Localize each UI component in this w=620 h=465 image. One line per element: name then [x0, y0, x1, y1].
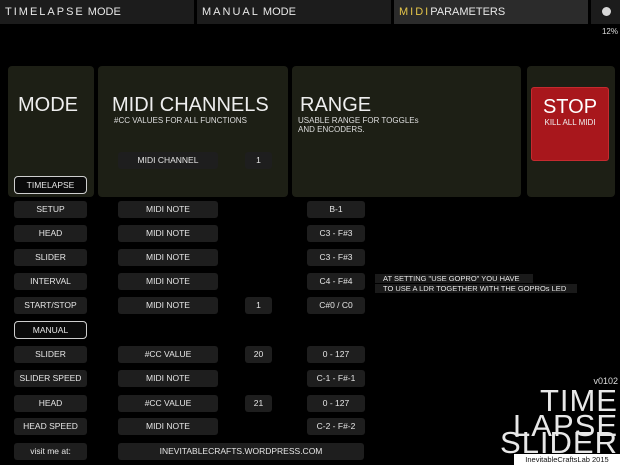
row-range-head-speed: C-2 - F#-2 — [307, 418, 365, 435]
row-label-manual-head: HEAD — [14, 395, 87, 412]
stop-panel: STOP KILL ALL MIDI — [527, 66, 615, 197]
range-panel: RANGE USABLE RANGE FOR TOGGLEs AND ENCOD… — [292, 66, 521, 197]
row-type-head-speed: MIDI NOTE — [118, 418, 218, 435]
row-type-manual-head: #CC VALUE — [118, 395, 218, 412]
stop-title: STOP — [542, 96, 598, 118]
gopro-note-line2: TO USE A LDR TOGETHER WITH THE GOPROs LE… — [375, 284, 577, 293]
row-range-slider: C3 - F#3 — [307, 249, 365, 266]
row-range-interval: C4 - F#4 — [307, 273, 365, 290]
panel-title-mode: MODE — [18, 94, 78, 116]
row-type-slider-speed: MIDI NOTE — [118, 370, 218, 387]
battery-percent: 12% — [601, 27, 618, 36]
row-range-head: C3 - F#3 — [307, 225, 365, 242]
row-type-interval: MIDI NOTE — [118, 273, 218, 290]
midi-channels-panel: MIDI CHANNELS #CC VALUES FOR ALL FUNCTIO… — [98, 66, 288, 197]
section-manual: MANUAL — [14, 321, 87, 339]
row-label-setup: SETUP — [14, 201, 87, 218]
tab-label-spaced: MIDI — [399, 6, 431, 18]
section-timelapse: TIMELAPSE — [14, 176, 87, 194]
row-label-interval: INTERVAL — [14, 273, 87, 290]
gopro-note-line1: AT SETTING "USE GOPRO" YOU HAVE — [375, 274, 533, 283]
panel-title-midi-channels: MIDI CHANNELS — [112, 94, 269, 116]
panel-title-range: RANGE — [300, 94, 372, 116]
row-label-start-stop: START/STOP — [14, 297, 87, 314]
tab-label-spaced: MANUAL — [202, 6, 260, 18]
tab-label-rest: MODE — [259, 6, 296, 18]
row-type-head: MIDI NOTE — [118, 225, 218, 242]
row-range-start-stop: C#0 / C0 — [307, 297, 365, 314]
row-channel-manual-slider[interactable]: 20 — [245, 346, 272, 363]
panel-subtitle-line2: AND ENCODERS. — [298, 125, 365, 134]
brand-title-slider: SLIDER — [500, 425, 618, 460]
panel-subtitle: #CC VALUES FOR ALL FUNCTIONS — [114, 116, 247, 125]
row-type-start-stop: MIDI NOTE — [118, 297, 218, 314]
brand-footer: InevitableCraftsLab 2015 — [514, 454, 620, 465]
midi-channel-label: MIDI CHANNEL — [118, 152, 218, 169]
row-range-manual-slider: 0 - 127 — [307, 346, 365, 363]
visit-label: visit me at: — [14, 443, 87, 460]
row-label-manual-slider: SLIDER — [14, 346, 87, 363]
row-label-slider: SLIDER — [14, 249, 87, 266]
tab-label-spaced: TIMELAPSE — [5, 6, 85, 18]
row-type-slider: MIDI NOTE — [118, 249, 218, 266]
row-label-head: HEAD — [14, 225, 87, 242]
tab-timelapse-mode[interactable]: TIMELAPSE MODE — [0, 0, 194, 24]
tab-manual-mode[interactable]: MANUAL MODE — [197, 0, 391, 24]
row-channel-start-stop[interactable]: 1 — [245, 297, 272, 314]
tab-label-rest: MODE — [84, 6, 121, 18]
website-link[interactable]: INEVITABLECRAFTS.WORDPRESS.COM — [118, 443, 364, 460]
row-channel-manual-head[interactable]: 21 — [245, 395, 272, 412]
row-label-slider-speed: SLIDER SPEED — [14, 370, 87, 387]
row-range-slider-speed: C-1 - F#-1 — [307, 370, 365, 387]
panel-subtitle-line1: USABLE RANGE FOR TOGGLEs — [298, 116, 419, 125]
row-type-manual-slider: #CC VALUE — [118, 346, 218, 363]
battery-indicator — [591, 0, 620, 24]
battery-dot-icon — [602, 7, 611, 16]
row-label-head-speed: HEAD SPEED — [14, 418, 87, 435]
stop-button[interactable]: STOP KILL ALL MIDI — [531, 87, 609, 161]
tab-label-rest: PARAMETERS — [430, 6, 506, 18]
midi-channel-value[interactable]: 1 — [245, 152, 272, 169]
row-range-manual-head: 0 - 127 — [307, 395, 365, 412]
row-range-setup: B-1 — [307, 201, 365, 218]
stop-subtitle: KILL ALL MIDI — [544, 118, 596, 127]
row-type-setup: MIDI NOTE — [118, 201, 218, 218]
tab-midi-parameters[interactable]: MIDIPARAMETERS — [394, 0, 588, 24]
